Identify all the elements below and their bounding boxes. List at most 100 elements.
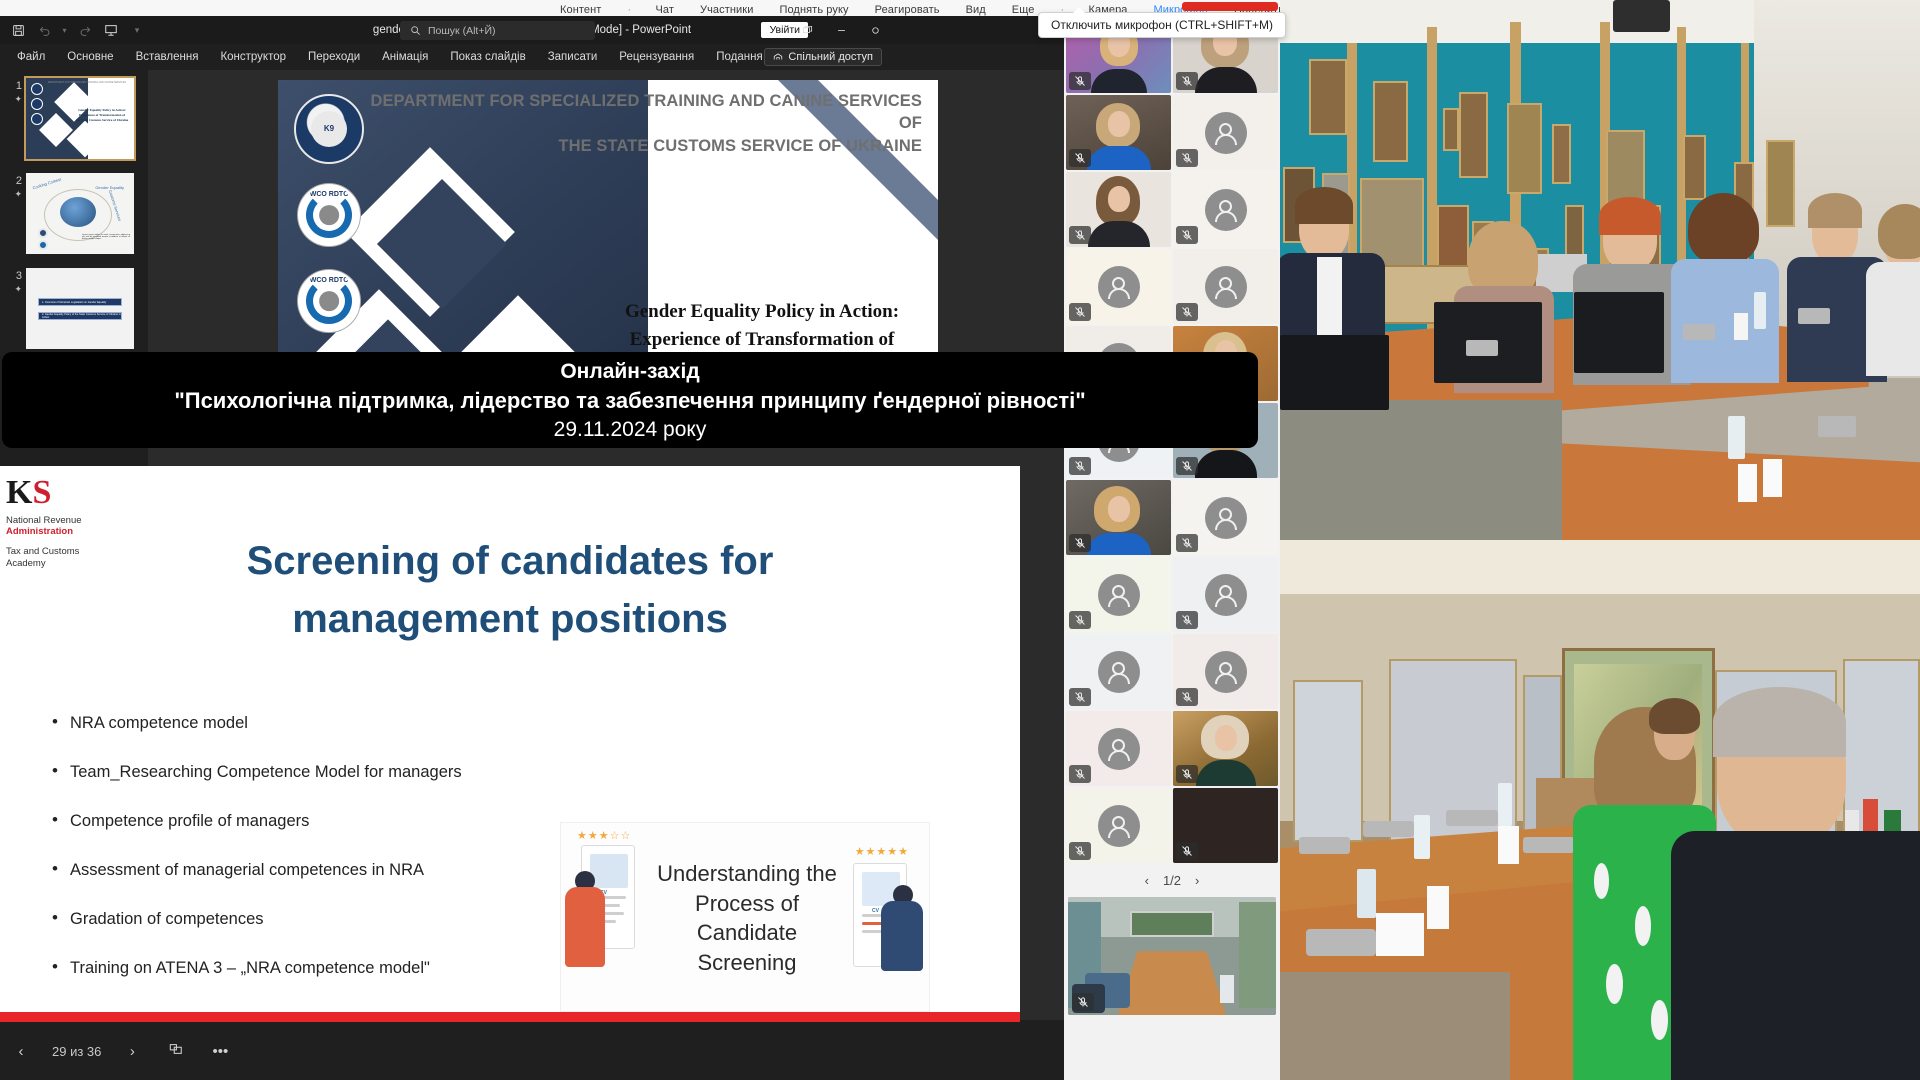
ribbon-tab-slideshow[interactable]: Показ слайдів bbox=[439, 48, 536, 66]
previous-slide-button[interactable]: ‹ bbox=[8, 1043, 34, 1060]
ribbon-tab-home[interactable]: Основне bbox=[56, 48, 124, 66]
clipart-line1: Understanding the bbox=[657, 861, 837, 886]
avatar-placeholder-icon bbox=[1204, 650, 1247, 693]
participant-tile[interactable] bbox=[1173, 480, 1278, 555]
more-options-icon[interactable]: ••• bbox=[207, 1043, 233, 1060]
zoom-menu-more[interactable]: Еще bbox=[1012, 4, 1035, 16]
participant-tile-active-speaker[interactable] bbox=[1173, 711, 1278, 786]
ribbon-tab-record[interactable]: Записати bbox=[537, 48, 609, 66]
mic-muted-icon bbox=[1069, 842, 1091, 860]
zoom-menu-content[interactable]: Контент bbox=[560, 4, 601, 16]
k9-seal-icon: K9 bbox=[294, 94, 364, 164]
mic-muted-icon bbox=[1176, 303, 1198, 321]
mic-muted-icon bbox=[1069, 149, 1091, 167]
participant-tile[interactable] bbox=[1173, 249, 1278, 324]
restore-down-icon[interactable] bbox=[790, 16, 824, 44]
slide-preview-header-line1: DEPARTMENT FOR SPECIALIZED TRAINING AND … bbox=[370, 92, 922, 133]
mic-muted-icon bbox=[1176, 149, 1198, 167]
avatar-placeholder-icon bbox=[1204, 188, 1247, 231]
thumb3-bar-2: 2. Gender Equality Policy of the State C… bbox=[38, 312, 122, 320]
participant-tile[interactable] bbox=[1066, 480, 1171, 555]
caption-banner: Онлайн-захід "Психологічна підтримка, лі… bbox=[2, 352, 1258, 448]
normal-view-icon[interactable] bbox=[163, 1042, 189, 1060]
thumbnail-slide-3[interactable]: 1. Overview of Ukrainian Legislation on … bbox=[26, 268, 134, 349]
zoom-menu-chat[interactable]: Чат bbox=[655, 4, 674, 16]
redo-icon[interactable] bbox=[75, 20, 95, 40]
pager-next-button[interactable]: › bbox=[1195, 873, 1199, 888]
participant-tile[interactable] bbox=[1066, 711, 1171, 786]
wco-label-1: WCO RDTC bbox=[309, 191, 349, 198]
avatar-placeholder-icon bbox=[1097, 265, 1140, 308]
close-icon[interactable] bbox=[858, 16, 892, 44]
thumb2-word-1: Cooking Contest bbox=[31, 176, 62, 191]
stars-right: ★★★★★ bbox=[854, 846, 909, 858]
undo-dropdown-icon[interactable]: ▾ bbox=[60, 20, 69, 40]
clipart-text: Understanding the Process of Candidate S… bbox=[647, 859, 847, 978]
zoom-menu-participants[interactable]: Участники bbox=[700, 4, 753, 16]
powerpoint-titlebar: ▾ ▾ gender equality 29.11.24.ppt[Compati… bbox=[0, 16, 1064, 44]
zoom-leave-button[interactable] bbox=[1182, 2, 1278, 11]
next-slide-button[interactable]: › bbox=[119, 1043, 145, 1060]
current-slide[interactable]: KS National Revenue Administration Tax a… bbox=[0, 466, 1020, 1026]
start-presentation-icon[interactable] bbox=[101, 20, 121, 40]
avatar-placeholder-icon bbox=[1204, 111, 1247, 154]
customize-qat-icon[interactable]: ▾ bbox=[127, 20, 147, 40]
zoom-menu-raise-hand[interactable]: Поднять руку bbox=[779, 4, 848, 16]
nra-logo-line2: Administration bbox=[6, 526, 74, 538]
participant-tile[interactable] bbox=[1173, 95, 1278, 170]
mic-muted-icon bbox=[1176, 611, 1198, 629]
avatar-placeholder-icon bbox=[1204, 265, 1247, 308]
ribbon-tab-design[interactable]: Конструктор bbox=[209, 48, 297, 66]
tooltip-arrow-icon bbox=[1073, 7, 1085, 13]
clipart-line3: Screening bbox=[697, 950, 797, 976]
avatar-placeholder-icon bbox=[1097, 804, 1140, 847]
participant-tile[interactable] bbox=[1173, 634, 1278, 709]
slide-preview-header-line2: THE STATE CUSTOMS SERVICE OF UKRAINE bbox=[558, 136, 922, 155]
thumbnail-row-1[interactable]: 1 ✦ DEPARTMENT FOR SPECIALIZED TRAINING … bbox=[0, 76, 148, 173]
ribbon-tab-file[interactable]: Файл bbox=[6, 48, 56, 66]
share-button[interactable]: Спільний доступ bbox=[764, 48, 882, 66]
participant-tile[interactable] bbox=[1173, 172, 1278, 247]
ribbon-tab-transitions[interactable]: Переходи bbox=[297, 48, 371, 66]
thumbnail-slide-1[interactable]: DEPARTMENT FOR SPECIALIZED TRAINING AND … bbox=[24, 76, 136, 161]
thumbnail-number-1: 1 ✦ bbox=[6, 78, 22, 105]
ribbon-tabs: Файл Основне Вставлення Конструктор Пере… bbox=[0, 44, 1064, 70]
photo-conference-room-closeup bbox=[1280, 540, 1920, 1080]
participant-tile[interactable] bbox=[1173, 557, 1278, 632]
wco-label-2: WCO RDTC bbox=[309, 277, 349, 284]
thumbnail-row-3[interactable]: 3 ✦ 1. Overview of Ukrainian Legislation… bbox=[0, 268, 148, 363]
ribbon-tab-animations[interactable]: Анімація bbox=[371, 48, 439, 66]
mic-muted-icon bbox=[1069, 72, 1091, 90]
thumbnail-slide-2[interactable]: Cooking Contest Gender Equality Customs … bbox=[26, 173, 134, 254]
thumbnail-animation-star-2: ✦ bbox=[14, 189, 22, 199]
zoom-menu-react[interactable]: Реагировать bbox=[875, 4, 940, 16]
participant-tile[interactable] bbox=[1066, 557, 1171, 632]
mic-muted-icon bbox=[1069, 457, 1091, 475]
slide-preview-title-line2: Experience of Transformation of bbox=[629, 328, 895, 350]
nra-logo: KS National Revenue Administration Tax a… bbox=[6, 476, 116, 570]
minimize-icon[interactable] bbox=[824, 16, 858, 44]
participant-tile[interactable] bbox=[1066, 249, 1171, 324]
save-icon[interactable] bbox=[8, 20, 28, 40]
mic-muted-icon bbox=[1072, 993, 1094, 1011]
mic-muted-icon bbox=[1176, 226, 1198, 244]
thumbnail-row-2[interactable]: 2 ✦ Cooking Contest Gender Equality Cust… bbox=[0, 173, 148, 268]
participant-tile[interactable] bbox=[1066, 634, 1171, 709]
slide-title: Screening of candidates for management p… bbox=[120, 532, 900, 648]
mic-muted-icon bbox=[1176, 842, 1198, 860]
zoom-participant-strip[interactable]: ‹ 1/2 › bbox=[1064, 16, 1280, 1080]
search-box[interactable]: Пошук (Alt+Й) bbox=[400, 21, 595, 40]
participant-tile[interactable] bbox=[1066, 172, 1171, 247]
participant-tile[interactable] bbox=[1066, 788, 1171, 863]
undo-icon[interactable] bbox=[34, 20, 54, 40]
microphone-tooltip: Отключить микрофон (CTRL+SHIFT+M) bbox=[1038, 7, 1287, 38]
pager-prev-button[interactable]: ‹ bbox=[1145, 873, 1149, 888]
zoom-menu-view[interactable]: Вид bbox=[966, 4, 986, 16]
participant-tile[interactable] bbox=[1066, 95, 1171, 170]
caption-line-2: "Психологічна підтримка, лідерство та за… bbox=[174, 388, 1086, 414]
ribbon-tab-insert[interactable]: Вставлення bbox=[125, 48, 210, 66]
participant-tile[interactable] bbox=[1173, 788, 1278, 863]
mic-muted-icon bbox=[1069, 226, 1091, 244]
ribbon-tab-review[interactable]: Рецензування bbox=[608, 48, 705, 66]
participant-tile-conference-room[interactable] bbox=[1068, 897, 1276, 1015]
